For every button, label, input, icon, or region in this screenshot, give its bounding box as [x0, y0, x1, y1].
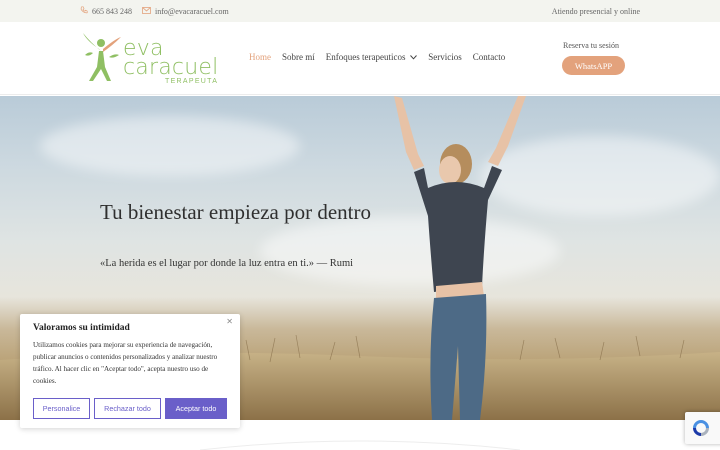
hero-quote: «La herida es el lugar por donde la luz …: [100, 258, 354, 269]
phone-link[interactable]: 665 843 248: [80, 6, 132, 16]
nav-approaches[interactable]: Enfoques terapeuticos: [325, 52, 418, 62]
reject-all-button[interactable]: Rechazar todo: [94, 398, 161, 419]
recaptcha-badge[interactable]: [685, 412, 720, 444]
top-bar: 665 843 248 info@evacaracuel.com Atiendo…: [0, 0, 720, 22]
logo-figure-icon: [83, 33, 121, 81]
nav-about[interactable]: Sobre mí: [282, 52, 315, 62]
phone-icon: [80, 6, 88, 16]
nav-contact[interactable]: Contacto: [473, 52, 506, 62]
logo[interactable]: eva caracuel TERAPEUTA: [79, 31, 218, 86]
cookie-title: Valoramos su intimidad: [33, 323, 130, 333]
cookie-text: Utilizamos cookies para mejorar su exper…: [33, 341, 218, 385]
customize-button[interactable]: Personalice: [33, 398, 90, 419]
nav-home[interactable]: Home: [249, 52, 271, 62]
whatsapp-button[interactable]: WhatsAPP: [562, 56, 625, 75]
attendance-mode: Atiendo presencial y online: [551, 6, 640, 16]
site-header: eva caracuel TERAPEUTA Home Sobre mí Enf…: [0, 22, 720, 95]
logo-wordmark: eva caracuel: [123, 38, 219, 80]
accept-all-button[interactable]: Aceptar todo: [165, 398, 227, 419]
contact-info: 665 843 248 info@evacaracuel.com: [80, 6, 229, 16]
cloud-shape: [40, 116, 300, 176]
main-nav: Home Sobre mí Enfoques terapeuticos Serv…: [249, 52, 505, 62]
email-link[interactable]: info@evacaracuel.com: [142, 7, 229, 16]
nav-services[interactable]: Servicios: [428, 52, 462, 62]
hero-title: Tu bienestar empieza por dentro: [100, 200, 371, 224]
logo-name-last: caracuel: [123, 55, 219, 80]
reserve-label: Reserva tu sesión: [563, 41, 619, 50]
logo-subtitle: TERAPEUTA: [165, 78, 219, 85]
close-icon[interactable]: ✕: [226, 317, 233, 326]
mail-icon: [142, 6, 151, 16]
cookie-buttons: Personalice Rechazar todo Aceptar todo: [33, 398, 227, 419]
phone-number: 665 843 248: [92, 6, 132, 16]
woman-arms-raised-image: [394, 96, 526, 420]
cookie-consent-dialog: ✕ Valoramos su intimidad Utilizamos cook…: [20, 314, 240, 428]
nav-approaches-label: Enfoques terapeuticos: [325, 52, 406, 62]
chevron-down-icon: [408, 54, 418, 62]
email-address: info@evacaracuel.com: [155, 6, 229, 16]
recaptcha-icon: [693, 420, 709, 436]
